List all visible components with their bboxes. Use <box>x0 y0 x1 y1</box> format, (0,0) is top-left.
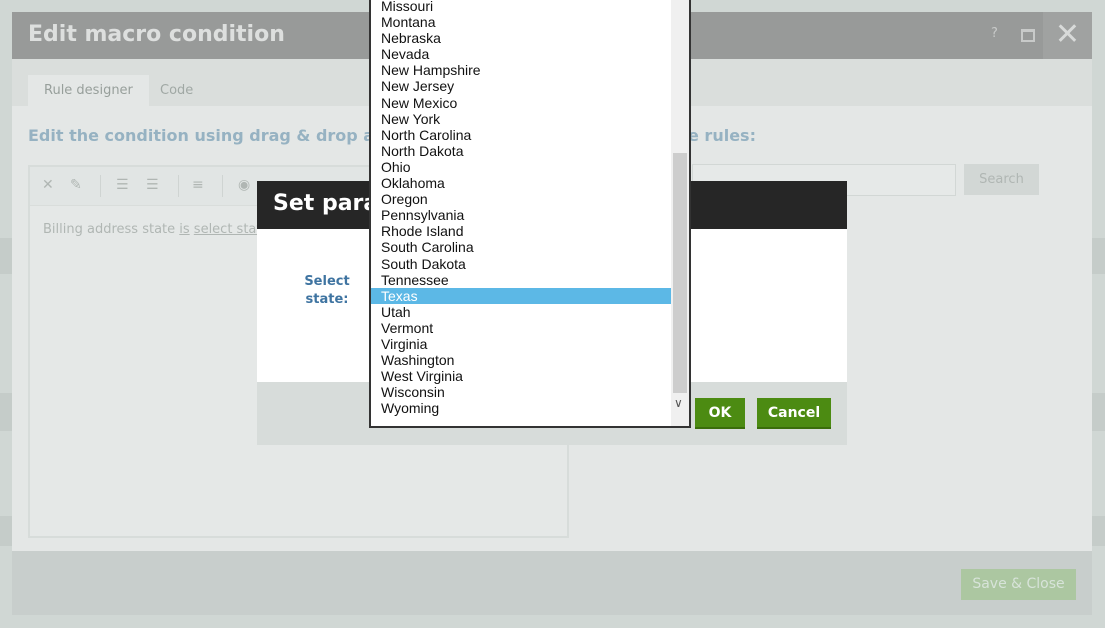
dropdown-scrollbar[interactable]: ∨ <box>671 0 689 426</box>
state-option[interactable]: Nebraska <box>371 30 671 46</box>
state-option[interactable]: South Dakota <box>371 256 671 272</box>
state-option[interactable]: Nevada <box>371 46 671 62</box>
label-line: state: <box>305 292 349 307</box>
state-option[interactable]: Montana <box>371 14 671 30</box>
state-option[interactable]: Washington <box>371 352 671 368</box>
state-option[interactable]: Tennessee <box>371 272 671 288</box>
state-option[interactable]: South Carolina <box>371 239 671 255</box>
state-option[interactable]: Oregon <box>371 191 671 207</box>
state-option[interactable]: Utah <box>371 304 671 320</box>
state-option[interactable]: Oklahoma <box>371 175 671 191</box>
state-option[interactable]: West Virginia <box>371 368 671 384</box>
state-option[interactable]: New Mexico <box>371 95 671 111</box>
state-option[interactable]: Wyoming <box>371 400 671 416</box>
state-option[interactable]: Missouri <box>371 0 671 14</box>
state-options: Missouri Montana Nebraska Nevada New Hampshi… <box>371 0 671 416</box>
label-line: Select <box>304 274 350 289</box>
state-option[interactable]: Texas <box>371 287 671 304</box>
chevron-down-icon[interactable]: ∨ <box>674 396 683 410</box>
state-option[interactable]: Wisconsin <box>371 384 671 400</box>
state-option[interactable]: Virginia <box>371 336 671 352</box>
state-option[interactable]: Ohio <box>371 159 671 175</box>
state-option[interactable]: New Hampshire <box>371 62 671 78</box>
select-state-label: Select state: <box>287 273 367 309</box>
scrollbar-thumb[interactable] <box>673 153 687 393</box>
state-option[interactable]: Rhode Island <box>371 223 671 239</box>
state-dropdown-list[interactable]: Missouri Montana Nebraska Nevada New Hampshi… <box>369 0 691 428</box>
state-option[interactable]: Pennsylvania <box>371 207 671 223</box>
cancel-button[interactable]: Cancel <box>757 398 831 429</box>
state-option[interactable]: North Carolina <box>371 127 671 143</box>
state-option[interactable]: New Jersey <box>371 78 671 94</box>
state-option[interactable]: Vermont <box>371 320 671 336</box>
ok-button[interactable]: OK <box>695 398 745 429</box>
state-option[interactable]: North Dakota <box>371 143 671 159</box>
state-option[interactable]: New York <box>371 111 671 127</box>
